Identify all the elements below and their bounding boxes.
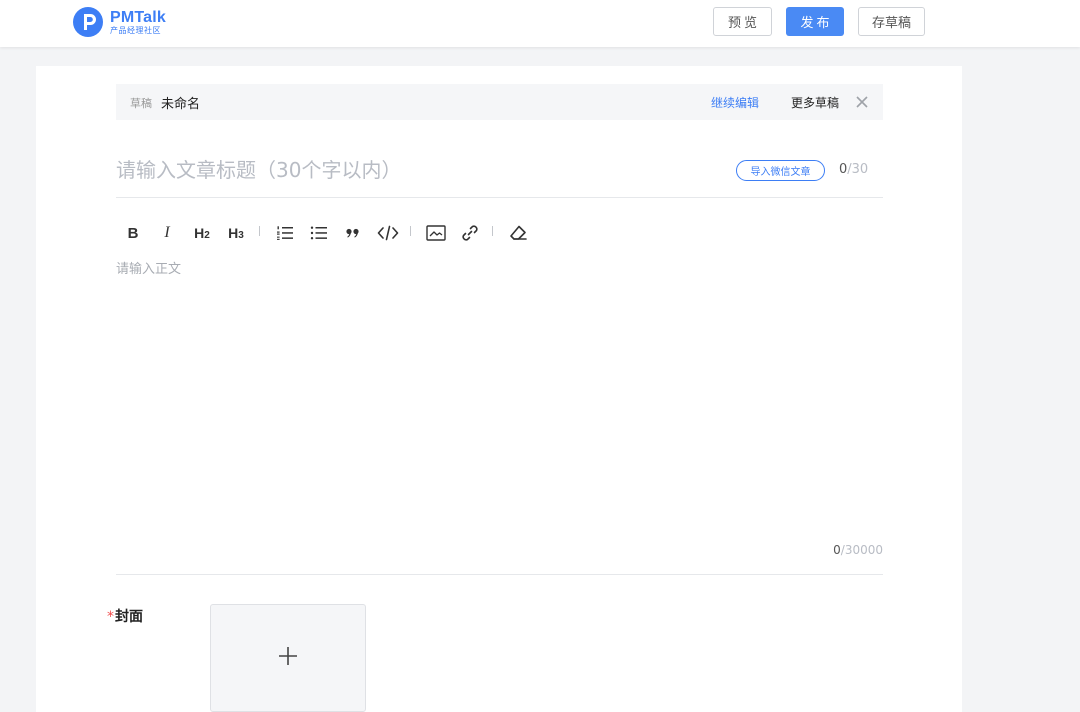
required-mark: * bbox=[107, 609, 114, 625]
italic-icon[interactable]: I bbox=[154, 220, 180, 246]
bold-icon[interactable]: B bbox=[120, 220, 146, 246]
plus-icon bbox=[277, 645, 299, 671]
heading2-icon[interactable]: H2 bbox=[189, 220, 215, 246]
bullet-list-icon[interactable] bbox=[306, 220, 332, 246]
logo-icon bbox=[73, 7, 103, 37]
logo[interactable]: PMTalk 产品经理社区 bbox=[73, 7, 166, 37]
link-icon[interactable] bbox=[457, 220, 483, 246]
toolbar-divider bbox=[259, 226, 260, 236]
import-wechat-article-button[interactable]: 导入微信文章 bbox=[736, 160, 825, 181]
save-draft-button[interactable]: 存草稿 bbox=[858, 7, 925, 36]
publish-button[interactable]: 发布 bbox=[786, 7, 844, 36]
heading3-icon[interactable]: H3 bbox=[223, 220, 249, 246]
draft-name: 未命名 bbox=[161, 97, 201, 112]
title-char-count: 0/30 bbox=[839, 162, 869, 177]
draft-tag: 草稿 bbox=[130, 97, 152, 110]
brand-subtitle: 产品经理社区 bbox=[110, 25, 161, 35]
eraser-icon[interactable] bbox=[505, 220, 531, 246]
toolbar-divider bbox=[410, 226, 411, 236]
article-title-input[interactable] bbox=[116, 152, 716, 188]
ordered-list-icon[interactable] bbox=[272, 220, 298, 246]
body-char-count: 0/30000 bbox=[833, 543, 883, 557]
preview-button[interactable]: 预览 bbox=[713, 7, 772, 36]
continue-edit-link[interactable]: 继续编辑 bbox=[711, 94, 759, 111]
title-divider bbox=[116, 197, 883, 198]
close-icon[interactable] bbox=[854, 94, 870, 110]
more-drafts-link[interactable]: 更多草稿 bbox=[791, 94, 839, 111]
cover-upload-button[interactable] bbox=[210, 604, 366, 712]
cover-label: *封面 bbox=[107, 609, 143, 625]
top-navbar: PMTalk 产品经理社区 预览 发布 存草稿 bbox=[0, 0, 1080, 47]
body-divider bbox=[116, 574, 883, 575]
draft-bar: 草稿 未命名 继续编辑 更多草稿 bbox=[116, 84, 883, 120]
brand-name: PMTalk bbox=[110, 8, 167, 26]
toolbar-divider bbox=[492, 226, 493, 236]
article-body-input[interactable] bbox=[116, 258, 883, 528]
quote-icon[interactable] bbox=[340, 220, 366, 246]
image-icon[interactable] bbox=[423, 220, 449, 246]
code-icon[interactable] bbox=[375, 220, 401, 246]
